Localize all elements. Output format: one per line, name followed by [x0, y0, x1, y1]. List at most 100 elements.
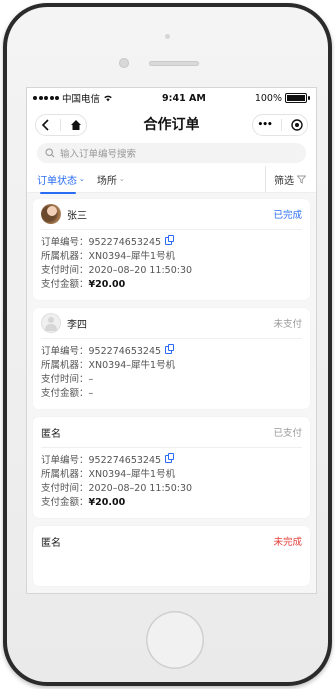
- pay-time-row: 支付时间： –: [41, 373, 302, 387]
- search-input[interactable]: 输入订单编号搜索: [37, 143, 306, 163]
- machine-value: XN0394–犀牛1号机: [88, 251, 176, 262]
- machine-value: XN0394–犀牛1号机: [88, 469, 176, 480]
- order-list: 张三 已完成 订单编号： 952274653245 所属机器： XN0394–犀…: [27, 193, 316, 586]
- battery-indicator: 100%: [255, 93, 310, 104]
- filter-order-status[interactable]: 订单状态 ⌄: [37, 172, 85, 194]
- pay-amount-row: 支付金额： –: [41, 387, 302, 401]
- filter-venue-label: 场所: [96, 175, 117, 187]
- search-row: 输入订单编号搜索: [27, 140, 316, 166]
- status-badge: 未支付: [273, 319, 302, 330]
- filter-button[interactable]: 筛选: [265, 166, 306, 192]
- pay-time-value: 2020–08–20 11:50:30: [88, 483, 193, 494]
- order-card[interactable]: 匿名 已支付 订单编号： 952274653245 所属机器： XN0394–犀…: [33, 417, 310, 518]
- machine-label: 所属机器：: [41, 469, 89, 480]
- status-badge: 已完成: [273, 210, 302, 221]
- battery-cap: [308, 96, 310, 100]
- machine-label: 所属机器：: [41, 360, 89, 371]
- app-screen: 中国电信 9:41 AM 100% 合作订单 ••• 输入订单编号搜索 订单状态…: [27, 88, 316, 593]
- filter-bar: 订单状态 ⌄ 场所 ⌄ 筛选: [27, 166, 316, 194]
- battery-percent: 100%: [254, 92, 282, 104]
- filter-button-label: 筛选: [274, 175, 294, 187]
- order-user-name: 匿名: [41, 537, 61, 549]
- pay-time-label: 支付时间：: [41, 374, 89, 385]
- home-icon[interactable]: [70, 119, 82, 131]
- pay-time-row: 支付时间： 2020–08–20 11:50:30: [41, 264, 302, 278]
- home-button[interactable]: [146, 611, 204, 669]
- order-no-label: 订单编号：: [41, 346, 89, 357]
- earpiece-speaker: [149, 61, 199, 66]
- nav-left-capsule: [35, 114, 87, 136]
- avatar: [41, 204, 61, 224]
- wifi-icon: [104, 95, 112, 102]
- copy-icon[interactable]: [165, 344, 175, 354]
- order-user: 张三: [41, 204, 87, 224]
- machine-row: 所属机器： XN0394–犀牛1号机: [41, 359, 302, 373]
- machine-row: 所属机器： XN0394–犀牛1号机: [41, 250, 302, 264]
- order-card-header: 张三 已完成: [41, 199, 302, 230]
- order-user: 匿名: [41, 425, 61, 440]
- status-bar: 中国电信 9:41 AM 100%: [27, 88, 316, 108]
- chevron-down-icon: ⌄: [118, 175, 125, 183]
- search-icon: [45, 148, 55, 158]
- filter-venue[interactable]: 场所 ⌄: [97, 172, 125, 187]
- pay-time-label: 支付时间：: [41, 265, 89, 276]
- status-left: 中国电信: [33, 91, 113, 105]
- order-card[interactable]: 张三 已完成 订单编号： 952274653245 所属机器： XN0394–犀…: [33, 199, 310, 300]
- battery-icon: [285, 93, 307, 103]
- order-card-body: 订单编号： 952274653245 所属机器： XN0394–犀牛1号机 支付…: [41, 230, 302, 292]
- order-user-name: 张三: [67, 210, 87, 222]
- status-badge: 未完成: [273, 537, 302, 548]
- pay-time-label: 支付时间：: [41, 483, 89, 494]
- nav-right-capsule: •••: [252, 114, 308, 136]
- status-badge: 已支付: [273, 428, 302, 439]
- camera-dot: [165, 34, 170, 39]
- order-no-label: 订单编号：: [41, 237, 89, 248]
- pay-time-row: 支付时间： 2020–08–20 11:50:30: [41, 482, 302, 496]
- order-no-row: 订单编号： 952274653245: [41, 453, 302, 468]
- funnel-icon: [297, 175, 306, 184]
- carrier-label: 中国电信: [62, 94, 101, 105]
- order-no-value: 952274653245: [88, 237, 162, 248]
- pay-time-value: –: [88, 374, 94, 385]
- close-target-icon[interactable]: [290, 119, 303, 131]
- pay-amount-row: 支付金额： ¥20.00: [41, 278, 302, 292]
- chevron-down-icon: ⌄: [79, 175, 85, 183]
- filter-order-status-label: 订单状态: [37, 175, 77, 187]
- signal-icon: [33, 96, 59, 100]
- copy-icon[interactable]: [165, 235, 175, 245]
- capsule-divider-right: [280, 119, 282, 131]
- order-user: 李四: [41, 313, 87, 333]
- order-no-value: 952274653245: [88, 346, 162, 357]
- order-card-header: 匿名 已支付: [41, 417, 302, 448]
- nav-bar: 合作订单 •••: [27, 108, 316, 140]
- order-no-label: 订单编号：: [41, 455, 89, 466]
- order-no-row: 订单编号： 952274653245: [41, 235, 302, 250]
- order-no-value: 952274653245: [88, 455, 162, 466]
- search-placeholder: 输入订单编号搜索: [60, 149, 137, 160]
- pay-amount-value: –: [88, 388, 94, 399]
- order-user-name: 匿名: [41, 428, 61, 440]
- front-camera: [119, 58, 129, 68]
- order-card-body: 订单编号： 952274653245 所属机器： XN0394–犀牛1号机 支付…: [41, 448, 302, 510]
- order-card[interactable]: 李四 未支付 订单编号： 952274653245 所属机器： XN0394–犀…: [33, 308, 310, 409]
- copy-icon[interactable]: [165, 453, 175, 463]
- avatar: [41, 313, 61, 333]
- more-menu-icon[interactable]: •••: [257, 120, 272, 130]
- pay-amount-row: 支付金额： ¥20.00: [41, 496, 302, 510]
- pay-amount-label: 支付金额：: [41, 497, 89, 508]
- pay-amount-label: 支付金额：: [41, 388, 89, 399]
- order-no-row: 订单编号： 952274653245: [41, 344, 302, 359]
- capsule-divider: [59, 119, 61, 131]
- pay-amount-value: ¥20.00: [88, 497, 126, 508]
- machine-value: XN0394–犀牛1号机: [88, 360, 176, 371]
- order-user: 匿名: [41, 534, 61, 549]
- pay-amount-value: ¥20.00: [88, 279, 126, 290]
- order-card-header: 匿名 未完成: [41, 526, 302, 556]
- order-card[interactable]: 匿名 未完成: [33, 526, 310, 586]
- order-user-name: 李四: [67, 319, 87, 331]
- back-arrow-icon[interactable]: [41, 119, 51, 131]
- machine-label: 所属机器：: [41, 251, 89, 262]
- status-time: 9:41 AM: [162, 92, 206, 104]
- machine-row: 所属机器： XN0394–犀牛1号机: [41, 468, 302, 482]
- pay-amount-label: 支付金额：: [41, 279, 89, 290]
